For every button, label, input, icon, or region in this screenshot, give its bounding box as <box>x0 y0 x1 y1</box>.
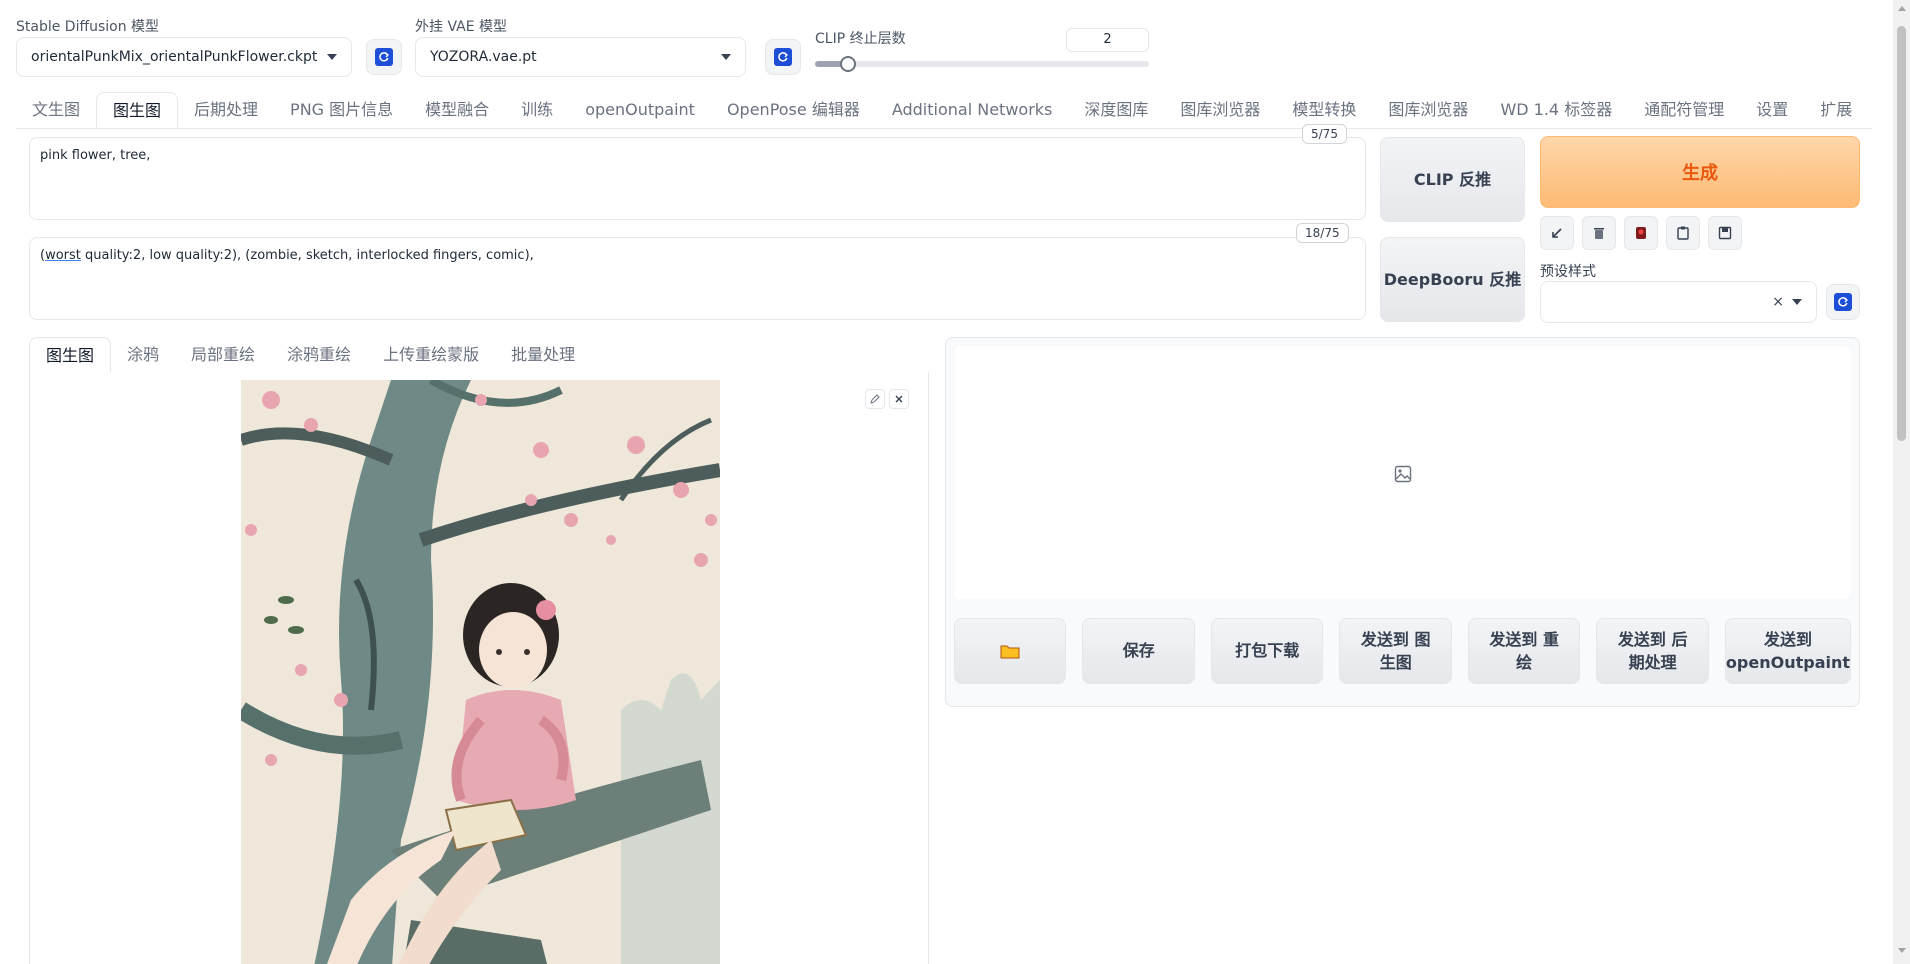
sub-tab-item[interactable]: 涂鸦 <box>111 337 175 373</box>
main-tab-item[interactable]: 训练 <box>505 92 569 128</box>
output-gallery <box>954 346 1851 599</box>
chevron-down-icon <box>327 54 337 60</box>
output-action-button[interactable]: 打包下载 <box>1210 618 1324 684</box>
close-icon[interactable] <box>889 389 909 409</box>
trash-icon[interactable] <box>1582 216 1616 250</box>
output-action-button[interactable]: 发送到 后 期处理 <box>1596 618 1709 684</box>
main-tab-item[interactable]: OpenPose 编辑器 <box>711 92 876 128</box>
main-tab-item[interactable]: Additional Networks <box>876 92 1069 128</box>
source-image <box>241 380 720 964</box>
sd-model-label: Stable Diffusion 模型 <box>16 19 160 35</box>
refresh-icon <box>774 48 792 66</box>
save-icon[interactable] <box>1708 216 1742 250</box>
styles-label: 预设样式 <box>1540 264 1596 280</box>
scrollbar-thumb[interactable] <box>1897 26 1906 441</box>
negative-token-counter: 18/75 <box>1296 223 1349 243</box>
vae-value: YOZORA.vae.pt <box>430 49 537 65</box>
output-panel: 保存 打包下载 发送到 图 生图 发送到 重 绘发送到 后 期处理 发送到 openOu… <box>945 337 1860 707</box>
negative-prompt-input[interactable]: (worst quality:2, low quality:2), (zombi… <box>29 237 1366 320</box>
arrow-icon[interactable] <box>1540 216 1574 250</box>
positive-prompt-input[interactable]: pink flower, tree, <box>29 137 1366 220</box>
deepbooru-interrogate-button[interactable]: DeepBooru 反推 <box>1380 237 1525 322</box>
sub-tab-item[interactable]: 局部重绘 <box>175 337 271 373</box>
styles-select[interactable]: × <box>1540 281 1817 323</box>
scroll-down-icon[interactable] <box>1898 948 1906 953</box>
styles-refresh-button[interactable] <box>1826 284 1860 320</box>
sub-tab-item[interactable]: 图生图 <box>29 337 112 373</box>
output-action-button[interactable]: 发送到 重 绘 <box>1467 618 1581 684</box>
output-action-button[interactable]: 保存 <box>1082 618 1195 684</box>
clip-interrogate-button[interactable]: CLIP 反推 <box>1380 137 1525 222</box>
positive-prompt-text: pink flower, tree, <box>40 148 151 163</box>
sd-model-refresh-button[interactable] <box>366 39 402 75</box>
main-tab-item[interactable]: 图生图 <box>96 92 179 128</box>
main-tab-item[interactable]: openOutpaint <box>569 92 711 128</box>
main-tab-item[interactable]: 深度图库 <box>1068 92 1164 128</box>
positive-token-counter: 5/75 <box>1302 124 1347 144</box>
clip-skip-input[interactable]: 2 <box>1066 28 1149 52</box>
page-scrollbar[interactable] <box>1893 0 1910 964</box>
sub-tab-item[interactable]: 批量处理 <box>495 337 591 373</box>
card-icon[interactable] <box>1624 216 1658 250</box>
main-tab-item[interactable]: WD 1.4 标签器 <box>1484 92 1628 128</box>
clipboard-icon[interactable] <box>1666 216 1700 250</box>
output-button-row: 保存 打包下载 发送到 图 生图 发送到 重 绘发送到 后 期处理 发送到 openOu… <box>954 618 1852 684</box>
generate-button[interactable]: 生成 <box>1540 136 1860 208</box>
close-icon[interactable]: × <box>1772 294 1784 310</box>
main-tab-item[interactable]: 模型转换 <box>1276 92 1372 128</box>
clip-skip-slider-thumb[interactable] <box>840 56 857 72</box>
chevron-down-icon <box>721 54 731 60</box>
image-icon <box>1394 465 1412 487</box>
edit-icon[interactable] <box>865 389 885 409</box>
open-folder-button[interactable] <box>954 618 1067 684</box>
negative-prompt-underlined: worst <box>45 248 81 263</box>
sub-tab-item[interactable]: 涂鸦重绘 <box>271 337 367 373</box>
main-tab-item[interactable]: 图库浏览器 <box>1372 92 1484 128</box>
main-tab-item[interactable]: 文生图 <box>16 92 96 128</box>
image-upload-area[interactable] <box>29 372 929 964</box>
main-tab-item[interactable]: 图库浏览器 <box>1164 92 1276 128</box>
scroll-up-icon[interactable] <box>1898 6 1906 11</box>
refresh-icon <box>375 48 393 66</box>
main-tab-item[interactable]: 扩展 <box>1804 92 1868 128</box>
sd-model-value: orientalPunkMix_orientalPunkFlower.ckpt … <box>31 49 319 65</box>
main-tab-item[interactable]: 通配符管理 <box>1628 92 1740 128</box>
negative-prompt-rest: quality:2, low quality:2), (zombie, sket… <box>80 248 534 263</box>
clip-skip-slider-track[interactable] <box>815 61 1149 67</box>
main-tab-item[interactable]: 设置 <box>1740 92 1804 128</box>
output-action-button[interactable]: 发送到 openOutpaint <box>1724 618 1852 684</box>
main-tab-item[interactable]: 模型融合 <box>409 92 505 128</box>
sd-model-select[interactable]: orientalPunkMix_orientalPunkFlower.ckpt … <box>16 37 352 77</box>
refresh-icon <box>1834 293 1852 311</box>
vae-select[interactable]: YOZORA.vae.pt <box>415 37 746 77</box>
folder-icon <box>1000 645 1020 659</box>
clip-skip-label: CLIP 终止层数 <box>815 31 906 47</box>
main-tab-item[interactable]: 后期处理 <box>178 92 274 128</box>
output-action-button[interactable]: 发送到 图 生图 <box>1339 618 1452 684</box>
vae-label: 外挂 VAE 模型 <box>415 19 508 35</box>
img2img-sub-tab-bar: 图生图 涂鸦 局部重绘 涂鸦重绘 上传重绘蒙版 批量处理 <box>29 337 929 374</box>
prompt-tools <box>1540 216 1742 250</box>
chevron-down-icon <box>1792 299 1802 305</box>
main-tab-bar: 文生图 图生图 后期处理 PNG 图片信息 模型融合 训练 openOutpaint Open… <box>16 92 1872 129</box>
vae-refresh-button[interactable] <box>765 39 801 75</box>
sub-tab-item[interactable]: 上传重绘蒙版 <box>367 337 495 373</box>
main-tab-item[interactable]: PNG 图片信息 <box>274 92 409 128</box>
